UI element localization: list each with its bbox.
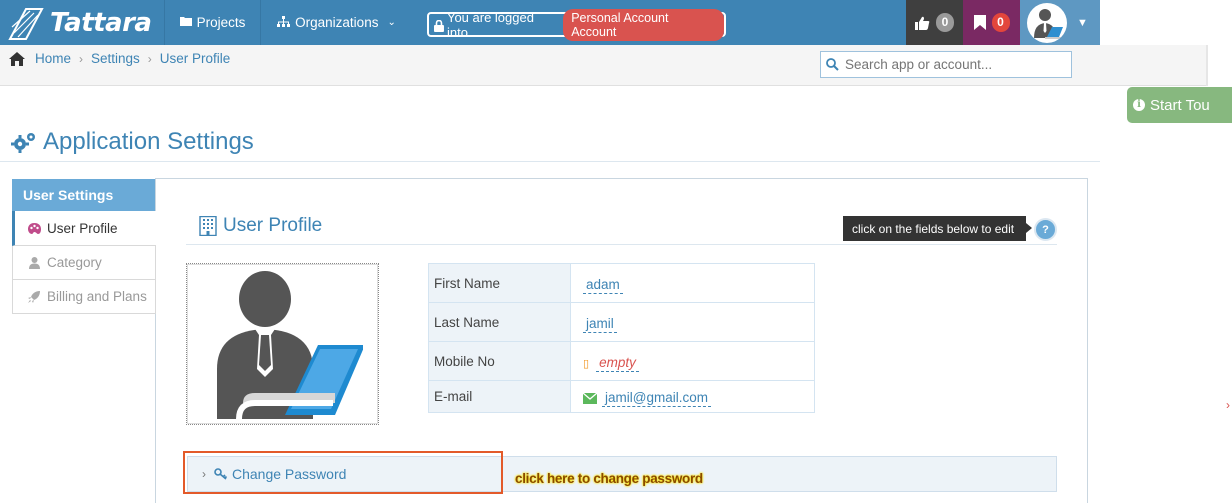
mobile-phone-icon: ▯ [583, 357, 590, 370]
sidebar-item-label: Billing and Plans [47, 289, 147, 304]
sidebar-item-billing-and-plans[interactable]: Billing and Plans [12, 280, 156, 314]
palette-icon [27, 221, 41, 235]
sidebar-item-label: User Profile [47, 220, 118, 236]
nav-projects[interactable]: Projects [164, 0, 260, 45]
profile-photo[interactable] [186, 263, 379, 425]
table-row: Mobile No ▯ empty [429, 342, 814, 381]
bookmarks-button[interactable]: 0 [963, 0, 1020, 45]
mobile-no-label: Mobile No [429, 342, 571, 380]
table-row: Last Name jamil [429, 303, 814, 342]
sitemap-icon [277, 15, 291, 30]
breadcrumb-separator-icon: › [147, 51, 152, 66]
search-icon [826, 58, 839, 71]
account-name-badge[interactable]: Personal Account Account [563, 8, 724, 41]
email-label: E-mail [429, 381, 571, 412]
help-icon[interactable]: ? [1034, 218, 1057, 241]
brand-logo[interactable]: Tattara [0, 0, 164, 45]
folder-icon [179, 16, 192, 29]
envelope-icon [583, 393, 597, 404]
profile-info-table: First Name adam Last Name jamil Mobile N… [428, 263, 815, 413]
first-name-label: First Name [429, 264, 571, 302]
logged-in-text: You are logged into [446, 9, 534, 40]
breadcrumb-home[interactable]: Home [35, 51, 71, 66]
section-title: User Profile [199, 215, 322, 237]
edit-tooltip: click on the fields below to edit [843, 216, 1032, 241]
last-name-field[interactable]: jamil [583, 316, 617, 333]
building-icon [199, 216, 217, 236]
nav-organizations-label: Organizations [295, 15, 379, 30]
email-field[interactable]: jamil@gmail.com [602, 390, 711, 407]
user-menu[interactable]: ▼ [1020, 0, 1100, 45]
change-password-highlight [183, 451, 503, 494]
likes-count-badge: 0 [936, 13, 954, 32]
sidebar-header: User Settings [12, 179, 155, 211]
user-laptop-icon [1034, 8, 1063, 39]
section-title-text: User Profile [223, 215, 323, 236]
page-title-text: Application Settings [43, 128, 254, 155]
chevron-down-icon: ⌄ [387, 17, 396, 28]
mobile-no-cell: ▯ empty [571, 342, 814, 380]
sidebar-item-label: Category [47, 255, 102, 270]
home-icon[interactable] [8, 51, 26, 66]
rocket-icon [27, 290, 41, 304]
thumbs-up-icon [915, 16, 930, 30]
tattara-logo-icon [8, 7, 44, 40]
likes-button[interactable]: 0 [906, 0, 963, 45]
top-navbar: Tattara Projects Organizations ⌄ You are… [0, 0, 1100, 45]
bookmarks-count-badge: 0 [991, 13, 1010, 32]
scroll-edge [1206, 45, 1208, 86]
start-tour-button[interactable]: i Start Tou [1127, 87, 1232, 123]
cogs-icon [11, 133, 35, 153]
title-divider [0, 161, 1100, 162]
cursor-mark-icon: › [1226, 398, 1230, 412]
breadcrumb-bar: Home › Settings › User Profile [0, 45, 1206, 86]
info-icon: i [1133, 99, 1145, 111]
email-cell: jamil@gmail.com [571, 381, 814, 412]
start-tour-label: Start Tou [1150, 96, 1210, 114]
table-row: First Name adam [429, 264, 814, 303]
avatar [1027, 2, 1067, 43]
first-name-cell: adam [571, 264, 814, 302]
user-icon [27, 256, 41, 270]
breadcrumb-separator-icon: › [79, 51, 84, 66]
bookmark-icon [973, 15, 986, 30]
change-password-annotation: click here to change password [515, 471, 703, 486]
page-title: Application Settings [11, 128, 254, 156]
table-row: E-mail jamil@gmail.com [429, 381, 814, 412]
brand-name: Tattara [50, 7, 152, 38]
caret-down-icon: ▼ [1077, 16, 1088, 29]
breadcrumb-user-profile[interactable]: User Profile [160, 51, 231, 66]
navbar-spacer [1100, 0, 1232, 45]
breadcrumb-settings[interactable]: Settings [91, 51, 140, 66]
first-name-field[interactable]: adam [583, 277, 623, 294]
sidebar-item-user-profile[interactable]: User Profile [12, 211, 156, 246]
sidebar-item-category[interactable]: Category [12, 246, 156, 280]
lock-icon [434, 19, 444, 32]
last-name-cell: jamil [571, 303, 814, 341]
nav-projects-label: Projects [196, 15, 246, 30]
last-name-label: Last Name [429, 303, 571, 341]
breadcrumb: Home › Settings › User Profile [8, 51, 230, 66]
mobile-no-field[interactable]: empty [596, 355, 639, 372]
user-laptop-avatar-icon [216, 271, 363, 419]
search-input[interactable] [845, 57, 1060, 72]
nav-organizations[interactable]: Organizations ⌄ [260, 0, 412, 45]
section-divider [186, 244, 1057, 245]
search-box [820, 51, 1072, 78]
logged-in-indicator: You are logged into Personal Account Acc… [427, 8, 726, 41]
